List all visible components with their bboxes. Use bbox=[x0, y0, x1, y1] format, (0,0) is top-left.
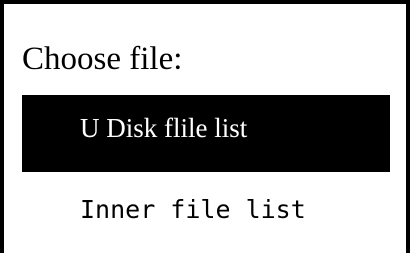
menu-item-inner-file-list[interactable]: Inner file list bbox=[22, 186, 390, 234]
screen-border-left bbox=[0, 0, 4, 253]
screen-border-top bbox=[0, 0, 410, 4]
menu-item-label: U Disk flile list bbox=[80, 113, 248, 143]
lcd-screen: Choose file: U Disk flile list Inner fil… bbox=[0, 0, 410, 253]
menu-item-u-disk-file-list[interactable]: U Disk flile list bbox=[22, 95, 390, 172]
menu-item-label: Inner file list bbox=[80, 195, 306, 224]
screen-border-right bbox=[406, 0, 410, 253]
screen-title: Choose file: bbox=[22, 41, 183, 77]
